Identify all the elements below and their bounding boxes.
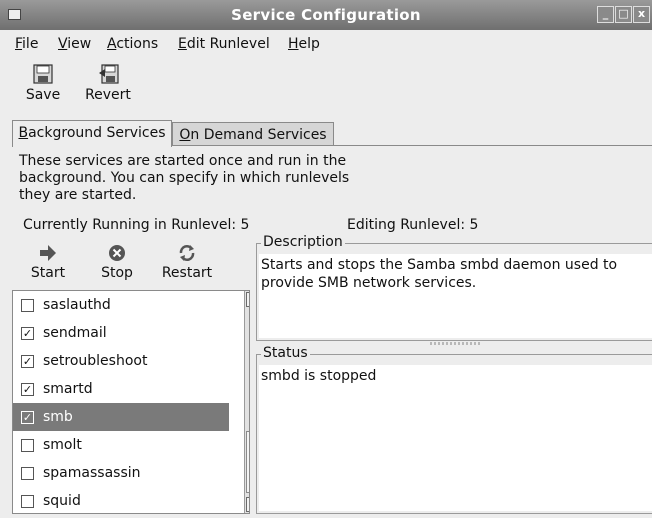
scroll-down-arrow-icon[interactable]: ▼	[246, 497, 249, 512]
service-checkbox[interactable]: ✓	[21, 327, 34, 340]
service-checkbox[interactable]	[21, 439, 34, 452]
service-name: smolt	[43, 437, 82, 453]
service-checkbox[interactable]	[21, 495, 34, 508]
service-row[interactable]: ✓ sendmail	[13, 319, 229, 347]
editing-runlevel-label: Editing Runlevel: 5	[347, 217, 479, 233]
menu-help[interactable]: Help	[288, 36, 320, 52]
menu-edit-runlevel-label: dit Runlevel	[186, 36, 270, 52]
service-checkbox[interactable]	[21, 299, 34, 312]
service-name: sendmail	[43, 325, 107, 341]
restart-label: Restart	[161, 265, 213, 281]
service-name: squid	[43, 493, 81, 509]
service-checkbox[interactable]: ✓	[21, 383, 34, 396]
menu-file[interactable]: File	[15, 36, 38, 52]
status-legend: Status	[261, 345, 310, 361]
menu-bar: File View Actions Edit Runlevel Help	[0, 32, 652, 56]
start-arrow-icon	[40, 245, 56, 261]
status-textarea[interactable]: smbd is stopped	[259, 365, 652, 511]
revert-icon	[99, 64, 119, 84]
description-frame: Description Starts and stops the Samba s…	[256, 234, 652, 341]
floppy-disk-icon	[33, 64, 53, 84]
description-legend: Description	[261, 234, 345, 250]
menu-help-label: elp	[298, 36, 320, 52]
tab-on-demand-rest: n Demand Services	[190, 127, 327, 143]
service-row[interactable]: smolt	[13, 431, 229, 459]
service-checkbox[interactable]: ✓	[21, 355, 34, 368]
description-text: Starts and stops the Samba smbd daemon u…	[261, 257, 618, 291]
service-checkbox[interactable]: ✓	[21, 411, 34, 424]
stop-label: Stop	[101, 265, 133, 281]
minimize-button[interactable]: _	[597, 6, 614, 23]
menu-view-label: iew	[67, 36, 92, 52]
tab-background-rest: ackground Services	[28, 125, 166, 141]
scrollbar-thumb[interactable]	[246, 431, 249, 493]
service-row[interactable]: ✓ smb	[13, 403, 229, 431]
current-runlevel-label: Currently Running in Runlevel: 5	[23, 217, 250, 233]
menu-view-mnemonic: V	[58, 36, 68, 52]
service-name: smartd	[43, 381, 93, 397]
service-row[interactable]: saslauthd	[13, 291, 229, 319]
tab-background-label: Background Services	[13, 125, 171, 141]
service-row[interactable]: ✓ setroubleshoot	[13, 347, 229, 375]
restart-icon	[179, 245, 195, 261]
service-name: setroubleshoot	[43, 353, 148, 369]
maximize-button[interactable]: □	[615, 6, 632, 23]
service-checkbox[interactable]	[21, 467, 34, 480]
title-bar[interactable]: Service Configuration _ □ x	[0, 0, 652, 30]
services-list[interactable]: saslauthd ✓ sendmail ✓ setroubleshoot ✓ smartd…	[12, 290, 250, 514]
stop-button[interactable]: Stop	[94, 244, 140, 281]
start-label: Start	[30, 265, 66, 281]
menu-edit-runlevel[interactable]: Edit Runlevel	[178, 36, 270, 52]
menu-file-label: ile	[22, 36, 39, 52]
description-textarea[interactable]: Starts and stops the Samba smbd daemon u…	[259, 254, 652, 338]
service-name: smb	[43, 409, 73, 425]
tab-background-mnemonic: B	[18, 125, 29, 141]
tab-on-demand-services[interactable]: On Demand Services	[172, 122, 334, 145]
revert-button[interactable]: Revert	[80, 64, 136, 103]
tab-on-demand-label: On Demand Services	[173, 127, 333, 143]
tab-on-demand-mnemonic: O	[179, 127, 191, 143]
menu-file-mnemonic: F	[15, 36, 23, 52]
scroll-up-arrow-icon[interactable]: ▲	[246, 292, 249, 307]
menu-actions-mnemonic: A	[107, 36, 117, 52]
close-button[interactable]: x	[633, 6, 650, 23]
service-row[interactable]: spamassassin	[13, 459, 229, 487]
service-row[interactable]: ✓ smartd	[13, 375, 229, 403]
save-label: Save	[25, 87, 61, 103]
service-name: spamassassin	[43, 465, 141, 481]
service-name: saslauthd	[43, 297, 111, 313]
list-scrollbar[interactable]: ▲ ▼	[244, 291, 249, 513]
tab-description-text: These services are started once and run …	[19, 153, 350, 203]
menu-actions-label: ctions	[116, 36, 159, 52]
window-title: Service Configuration	[231, 6, 421, 24]
pane-splitter-handle[interactable]	[430, 342, 480, 345]
start-button[interactable]: Start	[26, 244, 70, 281]
menu-view[interactable]: View	[58, 36, 91, 52]
menu-help-mnemonic: H	[288, 36, 299, 52]
status-text: smbd is stopped	[261, 368, 377, 384]
status-frame: Status smbd is stopped	[256, 345, 652, 514]
menu-edit-runlevel-mnemonic: E	[178, 36, 187, 52]
save-button[interactable]: Save	[22, 64, 64, 103]
service-row[interactable]: squid	[13, 487, 229, 513]
menu-actions[interactable]: Actions	[107, 36, 158, 52]
tab-background-services[interactable]: Background Services	[12, 120, 172, 147]
stop-icon	[109, 245, 125, 261]
restart-button[interactable]: Restart	[156, 244, 218, 281]
revert-label: Revert	[85, 87, 131, 103]
